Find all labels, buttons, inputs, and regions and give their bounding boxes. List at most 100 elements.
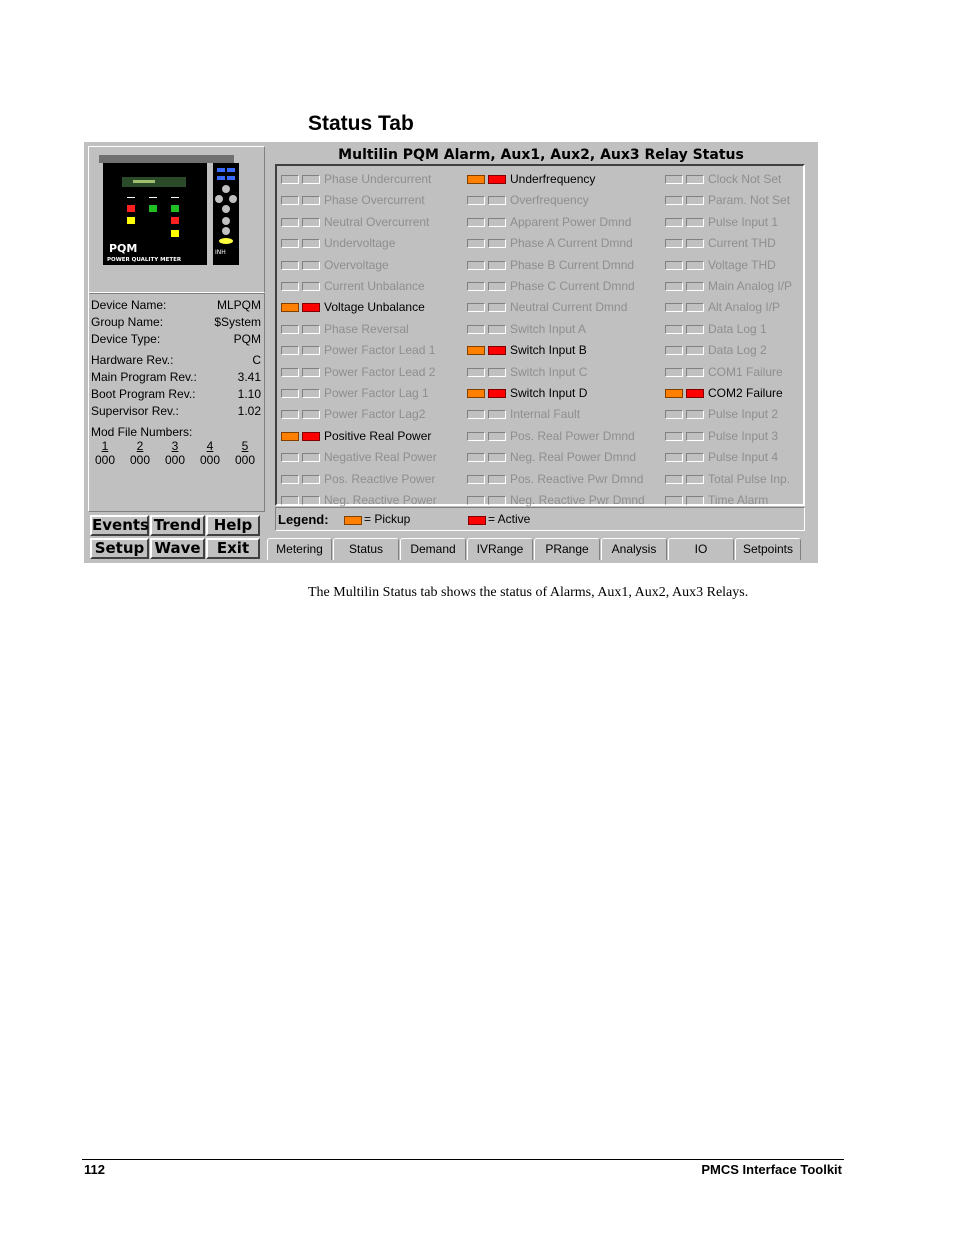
pickup-indicator: [467, 324, 485, 334]
relay-status-label: Current Unbalance: [324, 279, 425, 293]
active-indicator: [686, 196, 704, 206]
active-indicator: [302, 367, 320, 377]
relay-status-label: Phase B Current Dmnd: [510, 257, 635, 272]
legend-active-swatch: [468, 516, 486, 525]
active-indicator: [302, 239, 320, 249]
tab-analysis[interactable]: Analysis: [601, 538, 667, 560]
relay-status-label: Switch Input C: [510, 364, 588, 379]
tab-ivrange[interactable]: IVRange: [467, 538, 533, 560]
wave-button[interactable]: Wave: [150, 538, 205, 559]
active-indicator: [302, 324, 320, 334]
pickup-indicator: [467, 260, 485, 270]
pickup-indicator: [467, 496, 485, 505]
tab-demand[interactable]: Demand: [400, 538, 466, 560]
pickup-indicator: [467, 389, 485, 398]
tab-io[interactable]: IO: [668, 538, 734, 560]
legend-title: Legend:: [278, 512, 329, 527]
pickup-indicator: [467, 175, 485, 184]
relay-status-label: Pulse Input 1: [708, 214, 779, 229]
pickup-indicator: [467, 474, 485, 484]
setup-button[interactable]: Setup: [90, 538, 149, 559]
relay-status-label: Pulse Input 3: [708, 428, 779, 443]
pickup-indicator: [665, 260, 683, 270]
device-logo-sub: POWER QUALITY METER: [107, 257, 182, 263]
pickup-indicator: [665, 389, 683, 398]
active-indicator: [488, 410, 506, 420]
relay-status-label: Switch Input A: [510, 321, 587, 336]
info-main-program-rev: Main Program Rev.: 3.41: [91, 370, 261, 384]
pickup-indicator: [281, 431, 299, 441]
relay-status-label: COM1 Failure: [708, 364, 783, 379]
relay-status-label: Phase Undercurrent: [324, 172, 432, 186]
active-indicator: [686, 431, 704, 441]
active-indicator: [302, 410, 320, 420]
relay-status-label: Current THD: [708, 236, 776, 251]
info-device-name: Device Name: MLPQM: [91, 298, 261, 312]
relay-status-label: Internal Fault: [510, 407, 581, 422]
footer-rule: [82, 1159, 844, 1160]
pickup-indicator: [281, 217, 299, 227]
relay-status-label: Power Factor Lag 1: [324, 386, 429, 400]
info-device-type: Device Type: PQM: [91, 332, 261, 346]
relay-status-label: Pos. Real Power Dmnd: [510, 428, 635, 443]
relay-status-label: Main Analog I/P: [708, 279, 793, 293]
active-indicator: [686, 282, 704, 291]
relay-status-label: Pos. Reactive Power: [324, 471, 436, 486]
active-indicator: [686, 367, 704, 377]
pickup-indicator: [467, 303, 485, 313]
pickup-indicator: [467, 410, 485, 420]
relay-status-label: Total Pulse Inp.: [708, 471, 791, 486]
pickup-indicator: [467, 431, 485, 441]
relay-status-label: Phase A Current Dmnd: [510, 236, 633, 251]
relay-status-label: Power Factor Lead 2: [324, 364, 436, 379]
tab-prange[interactable]: PRange: [534, 538, 600, 560]
pickup-indicator: [665, 217, 683, 227]
trend-button[interactable]: Trend: [150, 515, 205, 536]
active-indicator: [302, 175, 320, 184]
figure-caption: The Multilin Status tab shows the status…: [308, 585, 749, 600]
pickup-indicator: [467, 217, 485, 227]
info-supervisor-rev: Supervisor Rev.: 1.02: [91, 404, 261, 418]
pickup-indicator: [665, 367, 683, 377]
relay-status-label: Voltage Unbalance: [324, 300, 425, 315]
active-indicator: [686, 453, 704, 463]
active-indicator: [302, 453, 320, 463]
relay-status-label: Data Log 1: [708, 321, 767, 336]
relay-status-label: Phase Overcurrent: [324, 193, 425, 208]
pickup-indicator: [281, 496, 299, 505]
pickup-indicator: [665, 431, 683, 441]
active-indicator: [488, 282, 506, 291]
legend-active-label: = Active: [488, 512, 531, 526]
tab-status[interactable]: Status: [333, 538, 399, 560]
active-indicator: [488, 389, 506, 398]
pickup-indicator: [665, 175, 683, 184]
active-indicator: [488, 431, 506, 441]
mod-file-5: 5 000: [234, 439, 256, 467]
relay-status-label: Pulse Input 4: [708, 450, 779, 465]
relay-status-label: Pos. Reactive Pwr Dmnd: [510, 471, 644, 486]
events-button[interactable]: Events: [90, 515, 149, 536]
active-indicator: [488, 346, 506, 356]
relay-status-label: Phase C Current Dmnd: [510, 279, 635, 293]
tab-setpoints[interactable]: Setpoints: [735, 538, 801, 560]
pickup-indicator: [665, 324, 683, 334]
tab-metering[interactable]: Metering: [267, 538, 332, 560]
relay-status-label: Voltage THD: [708, 257, 776, 272]
pickup-indicator: [665, 196, 683, 206]
active-indicator: [488, 196, 506, 206]
active-indicator: [488, 239, 506, 249]
relay-status-label: Neg. Real Power Dmnd: [510, 450, 637, 465]
active-indicator: [686, 175, 704, 184]
active-indicator: [302, 303, 320, 313]
help-button[interactable]: Help: [206, 515, 260, 536]
pickup-indicator: [665, 453, 683, 463]
active-indicator: [686, 324, 704, 334]
exit-button[interactable]: Exit: [206, 538, 260, 559]
pickup-indicator: [467, 282, 485, 291]
pickup-indicator: [281, 282, 299, 291]
info-group-name: Group Name: $System: [91, 315, 261, 329]
pickup-indicator: [281, 239, 299, 249]
active-indicator: [686, 389, 704, 398]
active-indicator: [302, 389, 320, 398]
relay-status-label: Power Factor Lag2: [324, 407, 426, 422]
